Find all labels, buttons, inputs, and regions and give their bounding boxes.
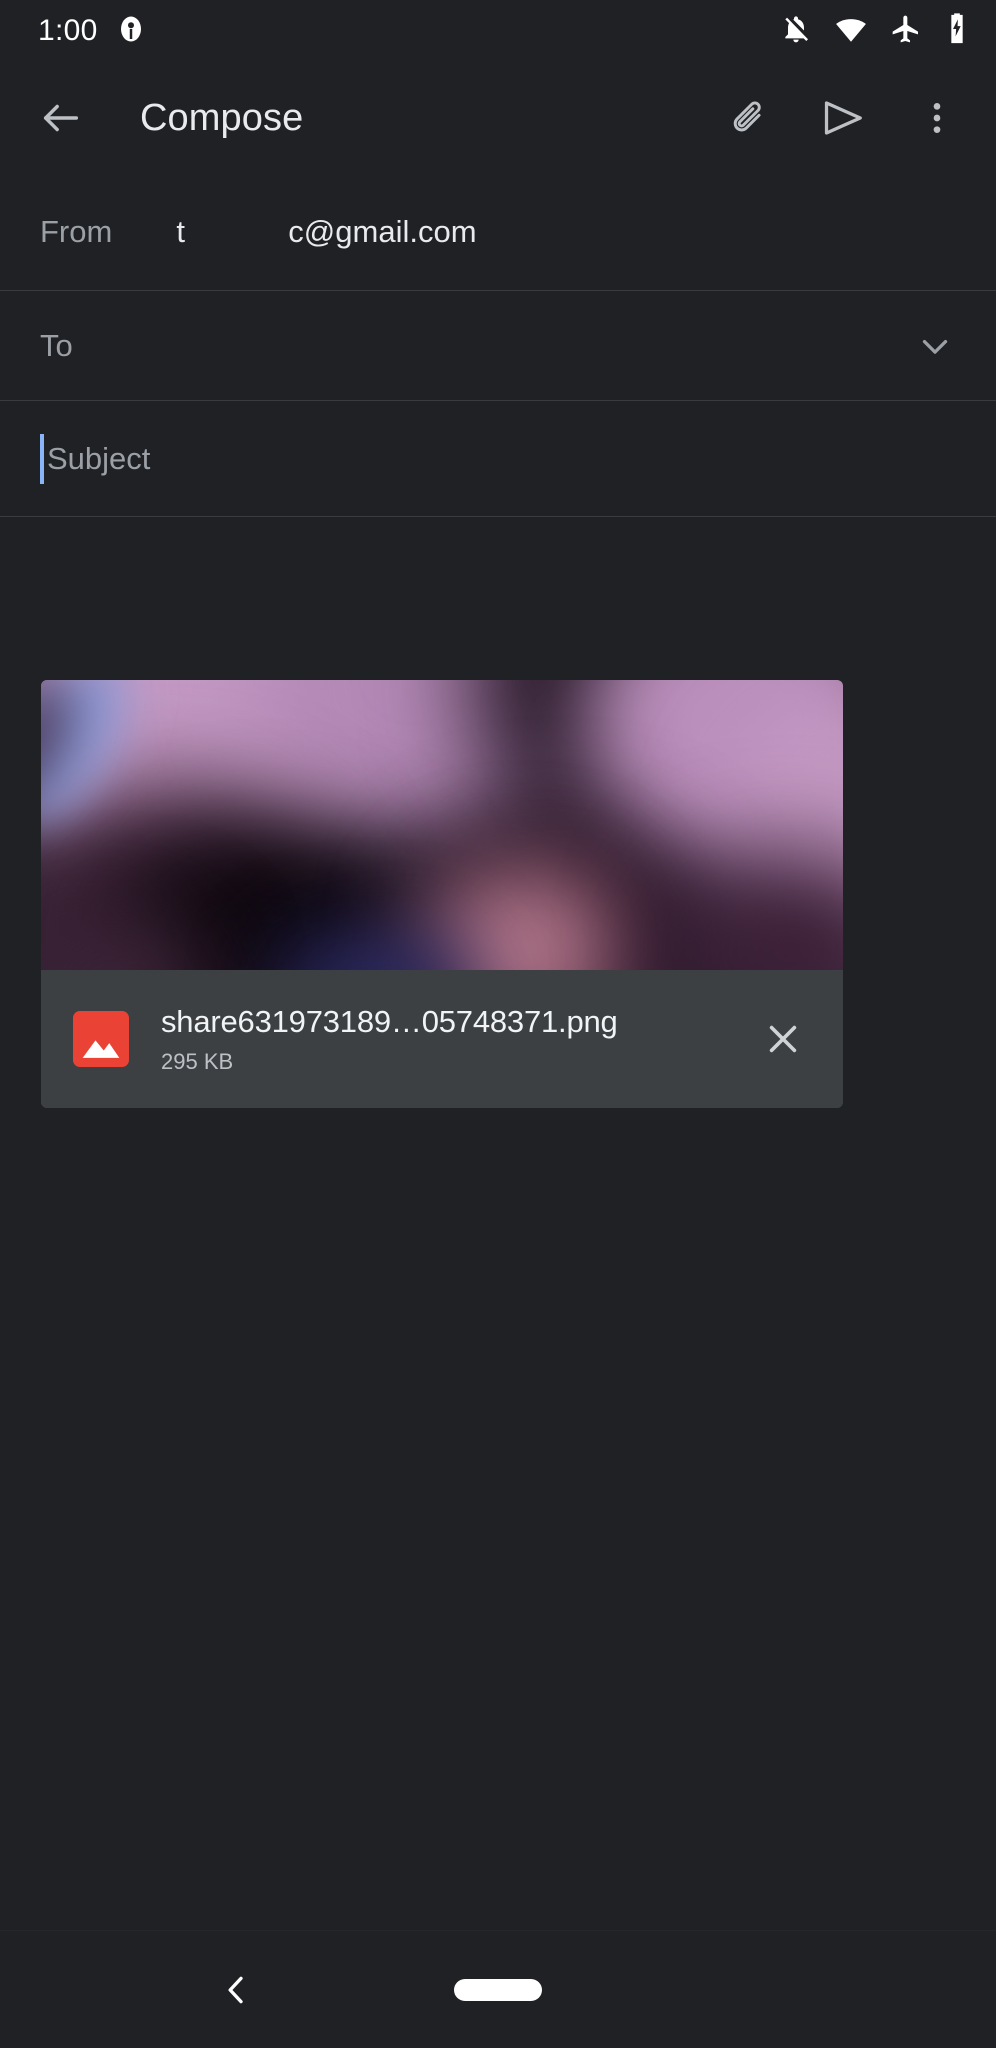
notifications-off-icon — [780, 13, 812, 50]
chevron-down-icon — [922, 339, 948, 354]
back-button[interactable] — [26, 83, 96, 153]
to-input[interactable]: To — [40, 328, 73, 364]
subject-input[interactable]: Subject — [47, 441, 150, 477]
app-bar-actions — [714, 83, 972, 153]
airplane-mode-icon — [890, 13, 922, 50]
attachment-card[interactable]: share631973189…05748371.png 295 KB — [41, 680, 843, 1108]
message-body-area[interactable]: share631973189…05748371.png 295 KB — [0, 517, 996, 1930]
to-row[interactable]: To — [0, 291, 996, 401]
page-title: Compose — [140, 96, 304, 139]
send-button[interactable] — [808, 83, 878, 153]
from-label: From — [40, 214, 113, 249]
status-bar-right — [780, 12, 970, 51]
chevron-left-icon — [228, 1976, 243, 2003]
attachment-info-bar: share631973189…05748371.png 295 KB — [41, 970, 843, 1108]
image-file-icon — [73, 1011, 129, 1067]
status-bar: 1:00 — [0, 0, 996, 62]
system-navigation-bar — [0, 1930, 996, 2048]
arrow-left-icon — [43, 104, 79, 132]
remove-attachment-button[interactable] — [747, 1003, 819, 1075]
text-cursor — [40, 433, 44, 484]
from-address: t c@gmail.com — [176, 214, 477, 249]
status-bar-left: 1:00 — [38, 14, 146, 49]
system-home-handle[interactable] — [454, 1978, 542, 2001]
close-icon — [769, 1025, 797, 1053]
system-back-button[interactable] — [196, 1950, 276, 2030]
app-notification-icon — [116, 14, 146, 49]
paperclip-icon — [733, 101, 761, 132]
compose-header-fields: From t c@gmail.com To Subject — [0, 174, 996, 517]
battery-charging-icon — [944, 12, 970, 51]
attachment-file-name: share631973189…05748371.png — [161, 1003, 618, 1039]
from-row[interactable]: From t c@gmail.com — [0, 174, 996, 291]
attachment-file-size: 295 KB — [161, 1048, 234, 1074]
send-icon — [824, 101, 862, 135]
compose-screen: 1:00 Compose From t c@gmail.com To Subje… — [0, 0, 996, 2048]
attachment-image-preview[interactable] — [41, 680, 843, 970]
overflow-menu-icon — [933, 103, 941, 133]
attach-button[interactable] — [714, 83, 784, 153]
status-clock: 1:00 — [38, 14, 98, 47]
attachment-file-meta: share631973189…05748371.png 295 KB — [161, 1004, 737, 1075]
app-bar: Compose — [0, 62, 996, 174]
expand-recipients-button[interactable] — [914, 325, 956, 367]
more-options-button[interactable] — [902, 83, 972, 153]
subject-row[interactable]: Subject — [0, 401, 996, 517]
wifi-icon — [834, 12, 868, 51]
